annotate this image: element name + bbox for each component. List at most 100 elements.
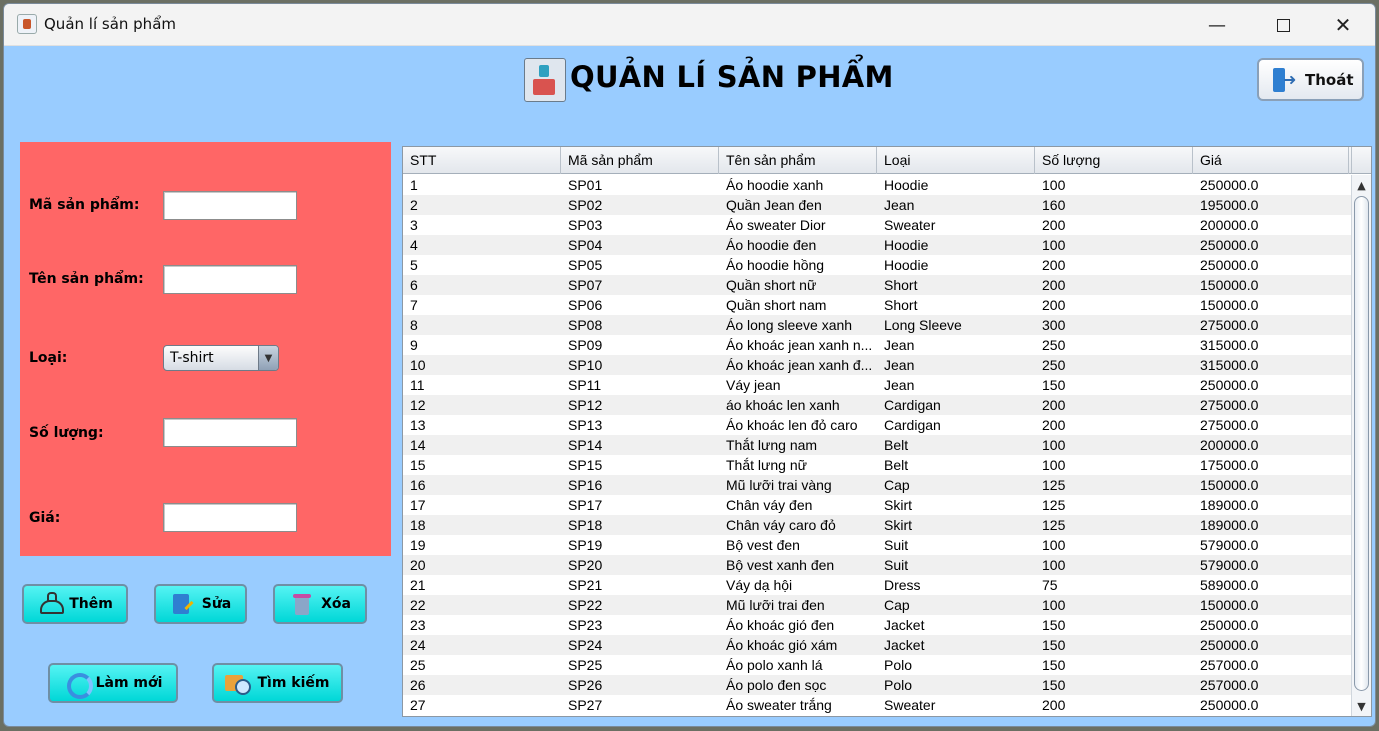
table-row[interactable]: 26 SP26 Áo polo đen sọc Polo 150 257000.0: [403, 675, 1351, 695]
table-row[interactable]: 7 SP06 Quần short nam Short 200 150000.0: [403, 295, 1351, 315]
table-cell[interactable]: 200: [1035, 295, 1193, 315]
table-cell[interactable]: SP12: [561, 395, 719, 415]
table-cell[interactable]: áo khoác len xanh: [719, 395, 877, 415]
table-cell[interactable]: 250: [1035, 355, 1193, 375]
table-cell[interactable]: 257000.0: [1193, 655, 1349, 675]
table-cell[interactable]: 100: [1035, 175, 1193, 195]
table-cell[interactable]: 150: [1035, 675, 1193, 695]
table-cell[interactable]: 200: [1035, 255, 1193, 275]
table-cell[interactable]: Cardigan: [877, 415, 1035, 435]
table-cell[interactable]: 589000.0: [1193, 575, 1349, 595]
table-cell[interactable]: 100: [1035, 455, 1193, 475]
table-cell[interactable]: Mũ lưỡi trai vàng: [719, 475, 877, 495]
table-row[interactable]: 2 SP02 Quần Jean đen Jean 160 195000.0: [403, 195, 1351, 215]
table-cell[interactable]: 250: [1035, 335, 1193, 355]
table-cell[interactable]: 200000.0: [1193, 435, 1349, 455]
table-cell[interactable]: 125: [1035, 495, 1193, 515]
table-cell[interactable]: SP07: [561, 275, 719, 295]
table-cell[interactable]: SP13: [561, 415, 719, 435]
table-cell[interactable]: 26: [403, 675, 561, 695]
table-cell[interactable]: Thắt lưng nam: [719, 435, 877, 455]
table-row[interactable]: 12 SP12 áo khoác len xanh Cardigan 200 275000…: [403, 395, 1351, 415]
table-cell[interactable]: 100: [1035, 535, 1193, 555]
table-cell[interactable]: 315000.0: [1193, 335, 1349, 355]
table-cell[interactable]: 100: [1035, 555, 1193, 575]
table-cell[interactable]: 22: [403, 595, 561, 615]
table-cell[interactable]: Suit: [877, 555, 1035, 575]
scroll-up-icon[interactable]: ▲: [1352, 175, 1371, 195]
table-cell[interactable]: Váy dạ hội: [719, 575, 877, 595]
ten-san-pham-input[interactable]: [163, 265, 297, 294]
table-cell[interactable]: Áo hoodie xanh: [719, 175, 877, 195]
ma-san-pham-input[interactable]: [163, 191, 297, 220]
minimize-button[interactable]: —: [1194, 10, 1240, 40]
table-cell[interactable]: Hoodie: [877, 255, 1035, 275]
table-cell[interactable]: 275000.0: [1193, 395, 1349, 415]
table-cell[interactable]: 579000.0: [1193, 535, 1349, 555]
table-cell[interactable]: Thắt lưng nữ: [719, 455, 877, 475]
table-row[interactable]: 22 SP22 Mũ lưỡi trai đen Cap 100 150000.0: [403, 595, 1351, 615]
table-cell[interactable]: Áo khoác gió xám: [719, 635, 877, 655]
column-header-so-luong[interactable]: Số lượng: [1035, 147, 1193, 174]
table-cell[interactable]: 4: [403, 235, 561, 255]
table-cell[interactable]: 150: [1035, 375, 1193, 395]
table-cell[interactable]: 7: [403, 295, 561, 315]
table-cell[interactable]: SP04: [561, 235, 719, 255]
table-cell[interactable]: SP18: [561, 515, 719, 535]
table-cell[interactable]: 12: [403, 395, 561, 415]
table-cell[interactable]: 189000.0: [1193, 515, 1349, 535]
table-cell[interactable]: Áo sweater trắng: [719, 695, 877, 715]
table-row[interactable]: 23 SP23 Áo khoác gió đen Jacket 150 250000.0: [403, 615, 1351, 635]
table-cell[interactable]: 200: [1035, 395, 1193, 415]
table-cell[interactable]: Short: [877, 295, 1035, 315]
table-cell[interactable]: 150000.0: [1193, 475, 1349, 495]
table-cell[interactable]: 16: [403, 475, 561, 495]
table-row[interactable]: 4 SP04 Áo hoodie đen Hoodie 100 250000.0: [403, 235, 1351, 255]
table-cell[interactable]: 11: [403, 375, 561, 395]
so-luong-input[interactable]: [163, 418, 297, 447]
scroll-down-icon[interactable]: ▼: [1352, 696, 1371, 716]
table-cell[interactable]: 257000.0: [1193, 675, 1349, 695]
table-cell[interactable]: 579000.0: [1193, 555, 1349, 575]
table-cell[interactable]: 100: [1035, 235, 1193, 255]
table-row[interactable]: 9 SP09 Áo khoác jean xanh n... Jean 250 31500…: [403, 335, 1351, 355]
table-row[interactable]: 21 SP21 Váy dạ hội Dress 75 589000.0: [403, 575, 1351, 595]
column-header-ten-san-pham[interactable]: Tên sản phẩm: [719, 147, 877, 174]
table-row[interactable]: 19 SP19 Bộ vest đen Suit 100 579000.0: [403, 535, 1351, 555]
table-cell[interactable]: Polo: [877, 675, 1035, 695]
table-cell[interactable]: Quần short nữ: [719, 275, 877, 295]
table-cell[interactable]: 200: [1035, 695, 1193, 715]
table-cell[interactable]: SP05: [561, 255, 719, 275]
table-cell[interactable]: 18: [403, 515, 561, 535]
table-cell[interactable]: Jean: [877, 195, 1035, 215]
table-cell[interactable]: SP06: [561, 295, 719, 315]
table-cell[interactable]: Belt: [877, 435, 1035, 455]
table-cell[interactable]: 14: [403, 435, 561, 455]
table-cell[interactable]: Áo khoác jean xanh đ...: [719, 355, 877, 375]
table-cell[interactable]: 250000.0: [1193, 175, 1349, 195]
table-cell[interactable]: 150000.0: [1193, 595, 1349, 615]
table-cell[interactable]: Bộ vest đen: [719, 535, 877, 555]
table-cell[interactable]: Jacket: [877, 635, 1035, 655]
search-button[interactable]: Tìm kiếm: [212, 663, 343, 703]
table-cell[interactable]: 3: [403, 215, 561, 235]
table-cell[interactable]: SP10: [561, 355, 719, 375]
table-row[interactable]: 1 SP01 Áo hoodie xanh Hoodie 100 250000.0: [403, 175, 1351, 195]
table-cell[interactable]: Bộ vest xanh đen: [719, 555, 877, 575]
delete-button[interactable]: Xóa: [273, 584, 367, 624]
table-cell[interactable]: 150000.0: [1193, 275, 1349, 295]
table-cell[interactable]: Chân váy đen: [719, 495, 877, 515]
table-cell[interactable]: Mũ lưỡi trai đen: [719, 595, 877, 615]
table-cell[interactable]: Polo: [877, 655, 1035, 675]
table-cell[interactable]: SP15: [561, 455, 719, 475]
table-cell[interactable]: Quần short nam: [719, 295, 877, 315]
table-cell[interactable]: Jean: [877, 335, 1035, 355]
table-cell[interactable]: Áo polo xanh lá: [719, 655, 877, 675]
table-cell[interactable]: 23: [403, 615, 561, 635]
table-cell[interactable]: 27: [403, 695, 561, 715]
table-cell[interactable]: Sweater: [877, 215, 1035, 235]
table-cell[interactable]: SP16: [561, 475, 719, 495]
table-row[interactable]: 8 SP08 Áo long sleeve xanh Long Sleeve 300 27…: [403, 315, 1351, 335]
vertical-scrollbar[interactable]: ▲ ▼: [1351, 175, 1371, 716]
table-cell[interactable]: SP11: [561, 375, 719, 395]
